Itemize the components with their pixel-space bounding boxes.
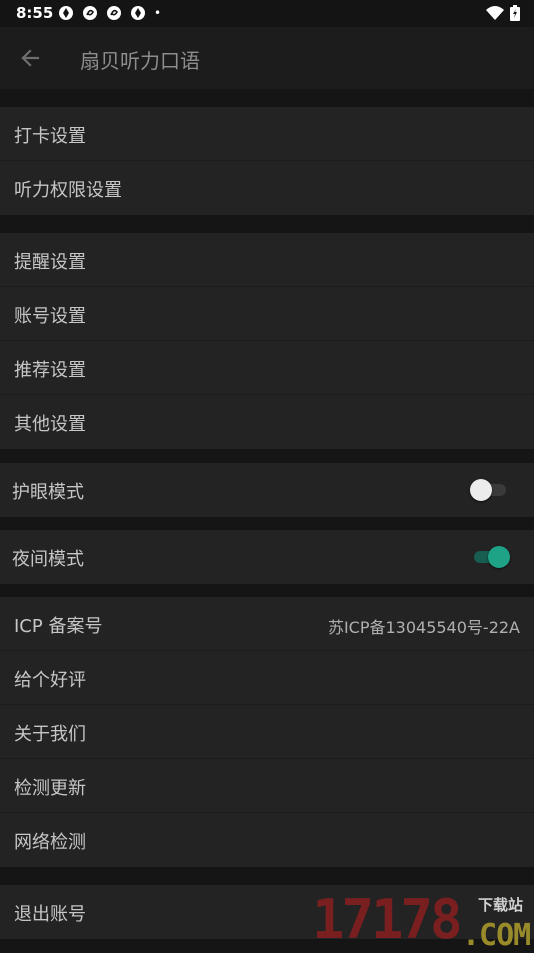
arrow-left-icon — [21, 49, 40, 67]
watermark-com: .COM — [462, 918, 531, 953]
eye-care-mode-label: 护眼模式 — [12, 482, 84, 503]
network-check-label: 网络检测 — [14, 832, 86, 853]
icp-record-label: ICP 备案号 — [14, 616, 103, 637]
swirl-icon — [83, 6, 97, 20]
status-bar: 8:55 • — [0, 0, 534, 27]
watermark-logo: 17178 下载站 .COM — [312, 888, 534, 953]
eye-care-mode-switch[interactable] — [470, 479, 510, 501]
battery-icon — [510, 5, 520, 21]
night-mode-item[interactable]: 夜间模式 — [0, 530, 534, 584]
other-settings-item[interactable]: 其他设置 — [0, 395, 534, 449]
icp-record-item[interactable]: ICP 备案号 苏ICP备13045540号-22A — [0, 597, 534, 651]
reminder-settings-label: 提醒设置 — [14, 252, 86, 273]
listening-permission-settings-label: 听力权限设置 — [14, 180, 122, 201]
swirl-icon — [107, 6, 121, 20]
app-bar: 扇贝听力口语 — [0, 27, 534, 89]
aperture-icon — [131, 6, 145, 20]
switch-thumb — [470, 479, 492, 501]
aperture-icon — [59, 6, 73, 20]
night-mode-switch[interactable] — [470, 546, 510, 568]
check-update-label: 检测更新 — [14, 778, 86, 799]
icp-record-value: 苏ICP备13045540号-22A — [327, 618, 520, 637]
settings-group-eye-care: 护眼模式 — [0, 463, 534, 517]
recommend-settings-item[interactable]: 推荐设置 — [0, 341, 534, 395]
wifi-icon — [486, 6, 504, 20]
settings-group-checkin: 打卡设置 听力权限设置 — [0, 107, 534, 215]
page-title: 扇贝听力口语 — [80, 49, 200, 73]
watermark-small-text: 下载站 — [478, 896, 524, 914]
switch-thumb — [488, 546, 510, 568]
back-button[interactable] — [14, 44, 46, 72]
eye-care-mode-item[interactable]: 护眼模式 — [0, 463, 534, 517]
settings-group-about: ICP 备案号 苏ICP备13045540号-22A 给个好评 关于我们 检测更… — [0, 597, 534, 867]
status-dot: • — [154, 6, 162, 20]
night-mode-label: 夜间模式 — [12, 549, 84, 570]
account-settings-label: 账号设置 — [14, 306, 86, 327]
check-update-item[interactable]: 检测更新 — [0, 759, 534, 813]
logout-label: 退出账号 — [14, 904, 86, 925]
notification-icons: • — [58, 5, 161, 21]
status-right-icons — [486, 5, 520, 21]
status-time: 8:55 — [16, 4, 54, 22]
checkin-settings-label: 打卡设置 — [14, 126, 86, 147]
rate-app-item[interactable]: 给个好评 — [0, 651, 534, 705]
account-settings-item[interactable]: 账号设置 — [0, 287, 534, 341]
other-settings-label: 其他设置 — [14, 414, 86, 435]
checkin-settings-item[interactable]: 打卡设置 — [0, 107, 534, 161]
about-us-item[interactable]: 关于我们 — [0, 705, 534, 759]
settings-group-general: 提醒设置 账号设置 推荐设置 其他设置 — [0, 233, 534, 449]
listening-permission-settings-item[interactable]: 听力权限设置 — [0, 161, 534, 215]
network-check-item[interactable]: 网络检测 — [0, 813, 534, 867]
recommend-settings-label: 推荐设置 — [14, 360, 86, 381]
settings-group-night: 夜间模式 — [0, 530, 534, 584]
watermark-digits: 17178 — [312, 888, 463, 951]
about-us-label: 关于我们 — [14, 724, 86, 745]
rate-app-label: 给个好评 — [14, 670, 86, 691]
reminder-settings-item[interactable]: 提醒设置 — [0, 233, 534, 287]
